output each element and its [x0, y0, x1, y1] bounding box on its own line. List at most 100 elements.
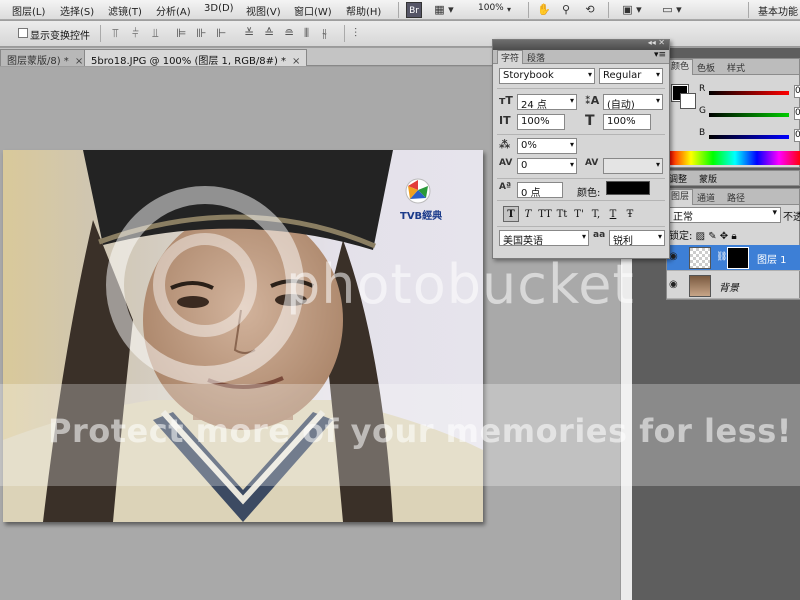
font-family-select[interactable]: Storybook ▾: [499, 68, 595, 84]
rotate-view-icon[interactable]: ⟲: [582, 2, 598, 18]
chevron-down-icon: ▾: [569, 140, 574, 149]
color-spectrum[interactable]: [669, 151, 800, 165]
close-icon[interactable]: ×: [75, 56, 83, 67]
faux-italic-button[interactable]: T: [520, 207, 536, 223]
vertical-scale-input[interactable]: 100%: [517, 114, 565, 130]
document-image[interactable]: TVB經典: [3, 150, 483, 522]
tab-character[interactable]: 字符: [497, 50, 524, 64]
workspace-switcher[interactable]: 基本功能: [758, 3, 798, 18]
layer-row[interactable]: ◉ 背景: [667, 273, 800, 299]
tracking-select[interactable]: ▾: [603, 158, 663, 174]
align-top-icon[interactable]: ⫪: [112, 26, 119, 41]
tab-channels[interactable]: 通道: [697, 191, 715, 204]
layer-name[interactable]: 图层 1: [757, 251, 787, 266]
superscript-button[interactable]: T': [571, 207, 587, 223]
menu-view[interactable]: 视图(V): [246, 3, 281, 18]
green-value[interactable]: 0: [794, 107, 800, 120]
tracking-ratio-select[interactable]: 0% ▾: [517, 138, 577, 154]
tab-paths[interactable]: 路径: [727, 191, 745, 204]
link-icon[interactable]: ⛓: [716, 252, 727, 262]
tab-styles[interactable]: 样式: [727, 61, 745, 74]
lock-all-icon[interactable]: 🔒︎: [731, 231, 736, 242]
close-icon[interactable]: ×: [292, 56, 300, 67]
all-caps-button[interactable]: TT: [537, 207, 553, 223]
layer-mask-thumbnail[interactable]: [727, 247, 749, 269]
tab-layers[interactable]: 图层: [667, 189, 694, 205]
blue-label: B: [699, 128, 706, 138]
distribute-hcenter-icon[interactable]: ⫳: [322, 26, 327, 41]
visibility-eye-icon[interactable]: ◉: [669, 251, 681, 263]
align-vcenter-icon[interactable]: ⫩: [132, 26, 139, 41]
leading-icon: ⁑A: [585, 94, 600, 107]
font-size-select[interactable]: 24 点 ▾: [517, 94, 577, 110]
tsume-icon: ⁂: [499, 138, 511, 151]
tab-paragraph[interactable]: 段落: [527, 51, 545, 64]
underline-button[interactable]: T: [605, 207, 621, 223]
leading-select[interactable]: (自动) ▾: [603, 94, 663, 110]
tab-label: 图层蒙版/8) *: [7, 56, 69, 67]
menu-select[interactable]: 选择(S): [60, 3, 94, 18]
tab-masks[interactable]: 蒙版: [699, 172, 717, 185]
auto-align-icon[interactable]: ⫶: [354, 26, 357, 41]
distribute-top-icon[interactable]: ≚: [244, 26, 254, 40]
zoom-dropdown-icon[interactable]: ▾: [504, 2, 514, 18]
text-color-swatch[interactable]: [606, 181, 650, 195]
tab-swatches[interactable]: 色板: [697, 61, 715, 74]
menu-help[interactable]: 帮助(H): [346, 3, 381, 18]
lock-transparent-icon[interactable]: ▨: [696, 231, 705, 242]
visibility-eye-icon[interactable]: ◉: [669, 279, 681, 291]
hand-tool-icon[interactable]: ✋: [536, 2, 552, 18]
show-transform-controls-checkbox[interactable]: [18, 28, 28, 38]
red-value[interactable]: 0: [794, 85, 800, 98]
font-family-value: Storybook: [503, 70, 554, 81]
small-caps-button[interactable]: Tt: [554, 207, 570, 223]
bridge-button[interactable]: Br: [406, 2, 422, 18]
font-style-select[interactable]: Regular ▾: [599, 68, 663, 84]
align-right-icon[interactable]: ⊩: [216, 26, 226, 40]
panel-menu-icon[interactable]: ▾≡: [654, 50, 666, 60]
divider: [497, 134, 665, 135]
screen-mode-icon[interactable]: ▭ ▾: [656, 2, 688, 18]
zoom-tool-icon[interactable]: ⚲: [558, 2, 574, 18]
zoom-level[interactable]: 100%: [478, 3, 504, 13]
strikethrough-button[interactable]: Ŧ: [622, 207, 638, 223]
collapse-icon[interactable]: ◂◂ ✕: [648, 38, 665, 47]
baseline-shift-input[interactable]: 0 点: [517, 182, 563, 198]
font-size-value: 24 点: [521, 100, 547, 110]
align-left-icon[interactable]: ⊫: [176, 26, 186, 40]
kerning-select[interactable]: 0 ▾: [517, 158, 577, 174]
lock-position-icon[interactable]: ✥: [720, 231, 728, 242]
menu-analysis[interactable]: 分析(A): [156, 3, 191, 18]
menu-3d[interactable]: 3D(D): [204, 3, 234, 14]
lock-paint-icon[interactable]: ✎: [708, 231, 716, 242]
subscript-button[interactable]: T,: [588, 207, 604, 223]
language-select[interactable]: 美国英语 ▾: [499, 230, 589, 246]
distribute-bottom-icon[interactable]: ≘: [284, 26, 294, 40]
menu-filter[interactable]: 滤镜(T): [108, 3, 142, 18]
tab-color[interactable]: 颜色: [667, 59, 694, 75]
distribute-left-icon[interactable]: ⫴: [304, 26, 309, 41]
tab-5bro18[interactable]: 5bro18.JPG @ 100% (图层 1, RGB/8#) * ×: [84, 49, 308, 67]
layer-name[interactable]: 背景: [719, 279, 739, 294]
divider: [608, 2, 609, 18]
tab-adjustments[interactable]: 调整: [669, 172, 687, 185]
align-bottom-icon[interactable]: ⫫: [152, 26, 159, 41]
layer-row[interactable]: ◉ ⛓ 图层 1: [667, 245, 800, 271]
baseline-shift-icon: Aª: [499, 182, 512, 192]
antialias-select[interactable]: 锐利 ▾: [609, 230, 665, 246]
blend-mode-select[interactable]: 正常 ▾: [669, 207, 781, 223]
menu-window[interactable]: 窗口(W): [294, 3, 332, 18]
tab-layer-mask[interactable]: 图层蒙版/8) * ×: [0, 49, 91, 67]
view-extras-icon[interactable]: ▦ ▾: [428, 2, 460, 18]
panel-titlebar[interactable]: ◂◂ ✕: [493, 38, 669, 50]
blue-value[interactable]: 0: [794, 129, 800, 142]
arrange-documents-icon[interactable]: ▣ ▾: [616, 2, 648, 18]
menu-layer[interactable]: 图层(L): [12, 3, 45, 18]
horizontal-scale-value: 100%: [607, 116, 636, 127]
chevron-down-icon: ▾: [772, 208, 777, 218]
horizontal-scale-input[interactable]: 100%: [603, 114, 651, 130]
distribute-vcenter-icon[interactable]: ≙: [264, 26, 274, 40]
align-hcenter-icon[interactable]: ⊪: [196, 26, 206, 40]
faux-bold-button[interactable]: T: [503, 206, 519, 222]
background-color-swatch[interactable]: [680, 93, 696, 109]
